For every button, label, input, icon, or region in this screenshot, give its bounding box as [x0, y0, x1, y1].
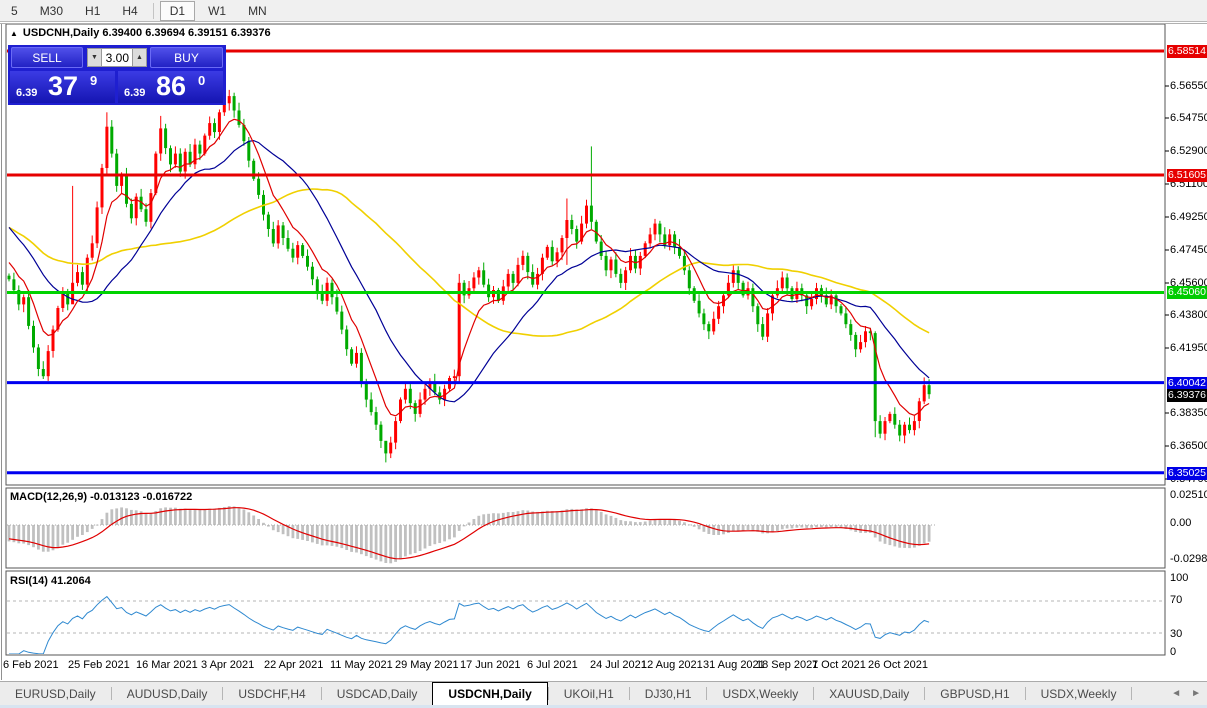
chart-tab-usdx-weekly[interactable]: USDX,Weekly	[707, 682, 813, 705]
date-axis-label: 6 Feb 2021	[3, 659, 59, 671]
chart-tab-usdchf-h4[interactable]: USDCHF,H4	[223, 682, 320, 705]
date-axis-label: 18 Sep 2021	[756, 659, 819, 671]
chart-tab-audusd-daily[interactable]: AUDUSD,Daily	[112, 682, 223, 705]
chart-tab-usdcad-daily[interactable]: USDCAD,Daily	[322, 682, 433, 705]
date-axis-label: 29 May 2021	[395, 659, 459, 671]
chart-plot-area[interactable]	[6, 24, 1165, 485]
chart-tab-eurusd-daily[interactable]: EURUSD,Daily	[0, 682, 111, 705]
date-axis-label: 7 Oct 2021	[812, 659, 866, 671]
date-axis-label: 6 Jul 2021	[527, 659, 578, 671]
chart-tab-xauusd-daily[interactable]: XAUUSD,Daily	[814, 682, 924, 705]
date-axis-label: 16 Mar 2021	[136, 659, 198, 671]
price-axis-area[interactable]	[1166, 24, 1207, 655]
tab-scroll-left-icon[interactable]: ◄	[1171, 688, 1181, 699]
rsi-pane-frame	[5, 570, 1166, 656]
tab-separator	[1131, 687, 1133, 700]
chart-tab-usdcnh-daily[interactable]: USDCNH,Daily	[432, 682, 548, 705]
tab-scroll-arrows: ◄ ►	[1171, 681, 1201, 705]
date-axis-label: 12 Aug 2021	[641, 659, 703, 671]
date-axis-label: 3 Apr 2021	[201, 659, 255, 671]
date-axis-label: 25 Feb 2021	[68, 659, 130, 671]
chart-tab-usdx-weekly[interactable]: USDX,Weekly	[1026, 682, 1132, 705]
chart-tab-gbpusd-h1[interactable]: GBPUSD,H1	[925, 682, 1024, 705]
date-axis-label: 17 Jun 2021	[460, 659, 521, 671]
tab-scroll-right-icon[interactable]: ►	[1191, 688, 1201, 699]
rsi-indicator-label: RSI(14) 41.2064	[10, 575, 91, 587]
chart-tab-bar: EURUSD,Daily AUDUSD,Daily USDCHF,H4 USDCAD,…	[0, 681, 1207, 705]
trading-platform-window: 5 M30 H1 H4 D1 W1 MN ▲ USDCNH,Daily 6.39400 6.3…	[0, 0, 1207, 708]
date-axis-label: 22 Apr 2021	[264, 659, 324, 671]
chart-tab-ukoil-h1[interactable]: UKOil,H1	[549, 682, 629, 705]
date-axis-label: 26 Oct 2021	[868, 659, 928, 671]
macd-indicator-label: MACD(12,26,9) -0.013123 -0.016722	[10, 491, 193, 503]
chart-tab-dj30-h1[interactable]: DJ30,H1	[630, 682, 707, 705]
date-axis-label: 24 Jul 2021	[590, 659, 647, 671]
date-axis-label: 11 May 2021	[330, 659, 393, 671]
